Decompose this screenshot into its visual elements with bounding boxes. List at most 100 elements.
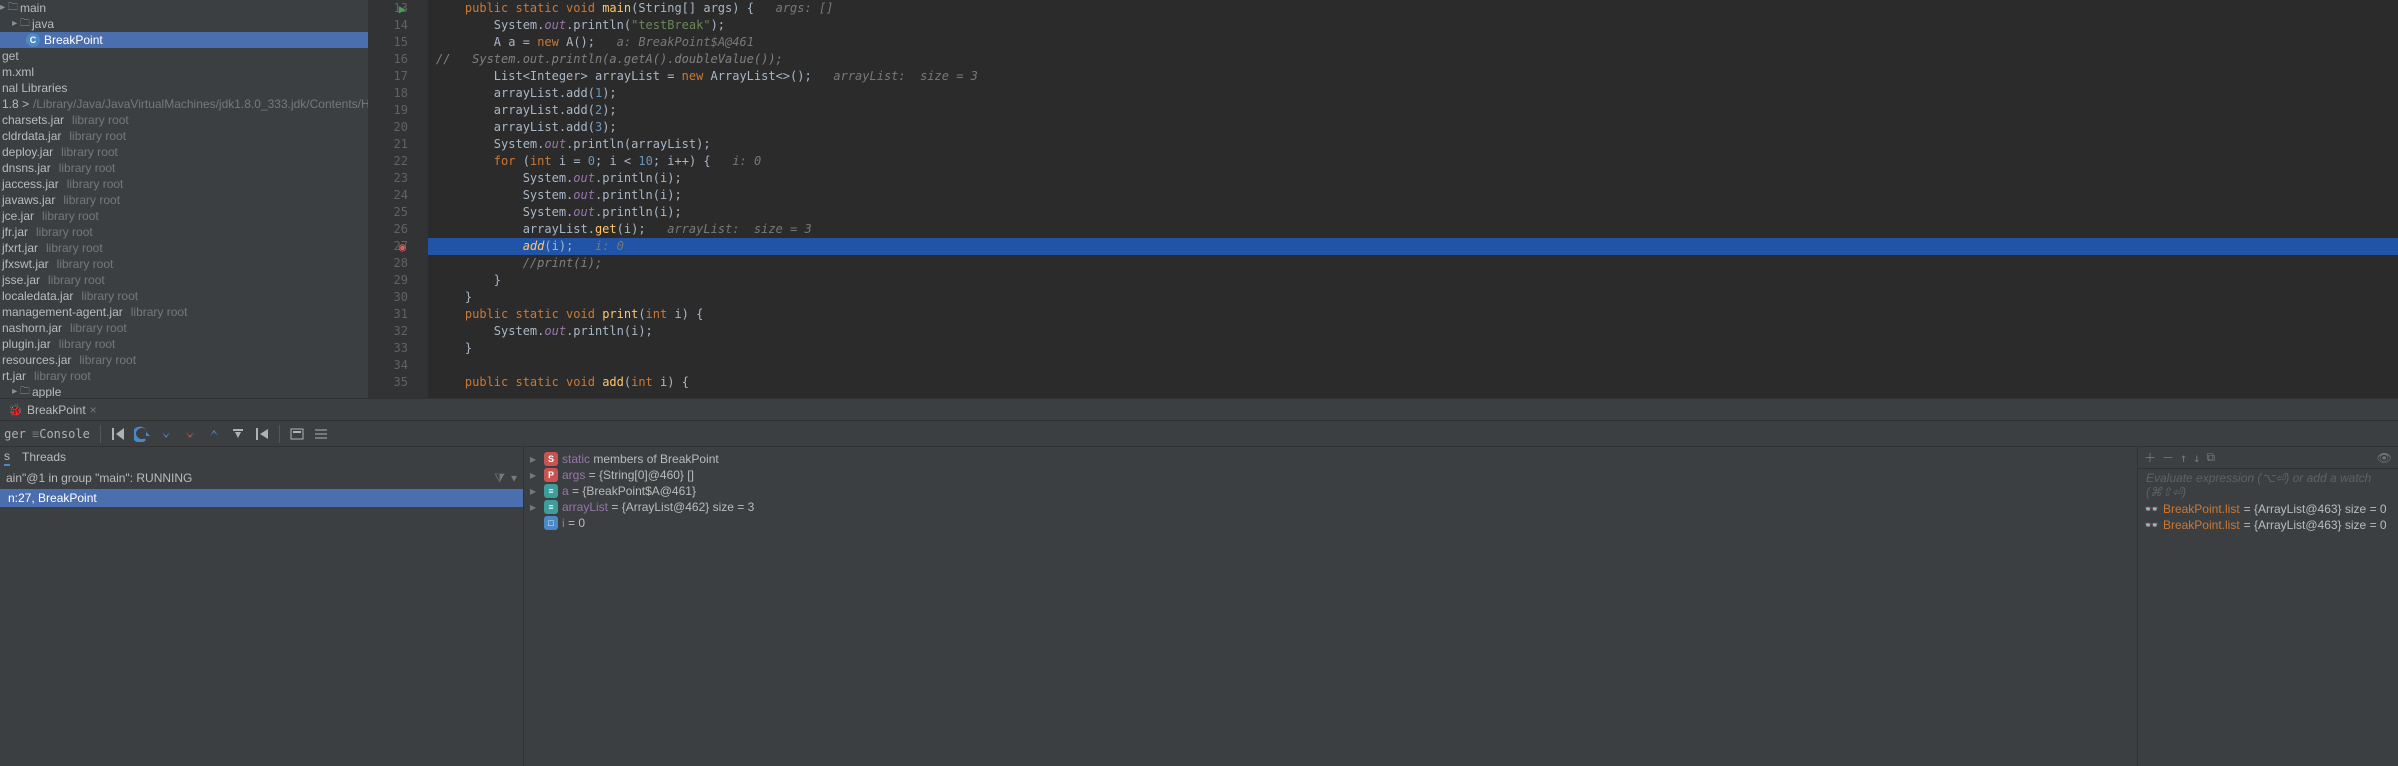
duplicate-watch-icon[interactable]: ⧉ (2207, 450, 2216, 465)
code-line[interactable]: arrayList.add(2); (428, 102, 2398, 119)
breakpoint-icon[interactable]: ◉ (392, 239, 406, 253)
trace-current-stream-icon[interactable] (310, 423, 332, 445)
variable-row[interactable]: ▸≡arrayList = {ArrayList@462} size = 3 (524, 499, 2137, 515)
gutter-line[interactable]: 27◉ (368, 238, 408, 255)
tree-item[interactable]: ▸ 🗀main (0, 0, 368, 16)
code-line[interactable]: arrayList.add(1); (428, 85, 2398, 102)
tree-item[interactable]: jsse.jarlibrary root (0, 272, 368, 288)
code-line[interactable]: } (428, 340, 2398, 357)
code-line[interactable]: List<Integer> arrayList = new ArrayList<… (428, 68, 2398, 85)
tree-item[interactable]: jfxswt.jarlibrary root (0, 256, 368, 272)
code-line[interactable]: arrayList.add(3); (428, 119, 2398, 136)
gutter-line[interactable]: 20 (368, 119, 408, 136)
gutter-line[interactable]: 23 (368, 170, 408, 187)
tree-item[interactable]: management-agent.jarlibrary root (0, 304, 368, 320)
tree-item[interactable]: cldrdata.jarlibrary root (0, 128, 368, 144)
gutter-line[interactable]: 32 (368, 323, 408, 340)
code-line[interactable]: System.out.println(arrayList); (428, 136, 2398, 153)
variable-row[interactable]: □i = 0 (524, 515, 2137, 531)
tree-item[interactable]: jce.jarlibrary root (0, 208, 368, 224)
tree-item[interactable]: get (0, 48, 368, 64)
remove-watch-icon[interactable]: － (2162, 449, 2174, 466)
gutter-line[interactable]: 29 (368, 272, 408, 289)
variable-row[interactable]: ▸Pargs = {String[0]@460} [] (524, 467, 2137, 483)
dropdown-icon[interactable]: ▾ (511, 471, 517, 486)
code-line[interactable]: System.out.println(i); (428, 187, 2398, 204)
show-execution-point-icon[interactable] (107, 423, 129, 445)
step-over-icon[interactable] (131, 423, 153, 445)
gutter-line[interactable]: 14 (368, 17, 408, 34)
tree-item[interactable]: jaccess.jarlibrary root (0, 176, 368, 192)
watch-row[interactable]: 👓BreakPoint.list = {ArrayList@463} size … (2138, 517, 2398, 533)
tree-item[interactable]: javaws.jarlibrary root (0, 192, 368, 208)
tree-item[interactable]: plugin.jarlibrary root (0, 336, 368, 352)
code-line[interactable]: } (428, 272, 2398, 289)
tree-item[interactable]: 1.8 > /Library/Java/JavaVirtualMachines/… (0, 96, 368, 112)
tree-item[interactable]: m.xml (0, 64, 368, 80)
code-line[interactable]: System.out.println("testBreak"); (428, 17, 2398, 34)
tree-item[interactable]: rt.jarlibrary root (0, 368, 368, 384)
drop-frame-icon[interactable] (227, 423, 249, 445)
step-into-icon[interactable] (155, 423, 177, 445)
gutter-line[interactable]: 15 (368, 34, 408, 51)
expand-icon[interactable]: ▸ (530, 452, 540, 466)
gutter-line[interactable]: 24 (368, 187, 408, 204)
tree-item[interactable]: nashorn.jarlibrary root (0, 320, 368, 336)
gutter-line[interactable]: 30 (368, 289, 408, 306)
add-watch-icon[interactable]: ＋ (2144, 449, 2156, 466)
code-line[interactable]: System.out.println(i); (428, 323, 2398, 340)
tree-item[interactable]: resources.jarlibrary root (0, 352, 368, 368)
watches-hint[interactable]: Evaluate expression (⌥⏎) or add a watch … (2138, 469, 2398, 501)
tree-item[interactable]: ▸ 🗀apple (0, 384, 368, 398)
gutter-line[interactable]: 19 (368, 102, 408, 119)
expand-icon[interactable]: ▸ (530, 500, 540, 514)
gutter-line[interactable]: 28 (368, 255, 408, 272)
gutter-line[interactable]: 16 (368, 51, 408, 68)
step-out-icon[interactable] (203, 423, 225, 445)
project-tree[interactable]: ▸ 🗀main▸ 🗀javaCBreakPointgetm.xmlnal Lib… (0, 0, 368, 398)
thread-selector[interactable]: ain"@1 in group "main": RUNNING ⧩▾ (0, 467, 523, 489)
tree-item[interactable]: nal Libraries (0, 80, 368, 96)
run-icon[interactable]: ▶ (392, 1, 406, 15)
run-to-cursor-icon[interactable] (251, 423, 273, 445)
variable-row[interactable]: ▸Sstatic members of BreakPoint (524, 451, 2137, 467)
expand-icon[interactable]: ▸ (530, 468, 540, 482)
gutter-line[interactable]: 34 (368, 357, 408, 374)
variable-row[interactable]: ▸≡a = {BreakPoint$A@461} (524, 483, 2137, 499)
gutter-line[interactable]: 31 (368, 306, 408, 323)
gutter-line[interactable]: 26 (368, 221, 408, 238)
tree-item[interactable]: dnsns.jarlibrary root (0, 160, 368, 176)
stack-frame[interactable]: n:27, BreakPoint (0, 489, 523, 507)
code-line[interactable]: add(i); i: 0 (428, 238, 2398, 255)
move-down-icon[interactable]: ↓ (2193, 451, 2200, 465)
code-line[interactable]: public static void print(int i) { (428, 306, 2398, 323)
code-line[interactable] (428, 357, 2398, 374)
code-line[interactable]: System.out.println(i); (428, 170, 2398, 187)
gutter-line[interactable]: 35 (368, 374, 408, 391)
close-icon[interactable]: × (90, 403, 97, 417)
code-line[interactable]: public static void main(String[] args) {… (428, 0, 2398, 17)
tree-item[interactable]: deploy.jarlibrary root (0, 144, 368, 160)
code-line[interactable]: System.out.println(i); (428, 204, 2398, 221)
move-up-icon[interactable]: ↑ (2180, 451, 2187, 465)
frames-tab[interactable]: s (4, 449, 10, 466)
gutter-line[interactable]: 33 (368, 340, 408, 357)
code-line[interactable]: public static void add(int i) { (428, 374, 2398, 391)
gutter-line[interactable]: 13▶ (368, 0, 408, 17)
tree-item[interactable]: CBreakPoint (0, 32, 368, 48)
gutter-line[interactable]: 25 (368, 204, 408, 221)
code-line[interactable]: arrayList.get(i); arrayList: size = 3 (428, 221, 2398, 238)
code-line[interactable]: //print(i); (428, 255, 2398, 272)
gutter-line[interactable]: 21 (368, 136, 408, 153)
code-line[interactable]: for (int i = 0; i < 10; i++) { i: 0 (428, 153, 2398, 170)
force-step-into-icon[interactable] (179, 423, 201, 445)
code-line[interactable]: } (428, 289, 2398, 306)
console-subtab[interactable]: ≡Console (28, 423, 94, 445)
watch-row[interactable]: 👓BreakPoint.list = {ArrayList@463} size … (2138, 501, 2398, 517)
code-editor[interactable]: 13▶1415161718192021222324252627◉28293031… (368, 0, 2398, 398)
variables-pane[interactable]: ▸Sstatic members of BreakPoint▸Pargs = {… (524, 447, 2138, 766)
debug-tab-breakpoint[interactable]: 🐞 BreakPoint × (0, 401, 105, 419)
code-line[interactable]: A a = new A(); a: BreakPoint$A@461 (428, 34, 2398, 51)
code-line[interactable]: // System.out.println(a.getA().doubleVal… (428, 51, 2398, 68)
tree-item[interactable]: charsets.jarlibrary root (0, 112, 368, 128)
